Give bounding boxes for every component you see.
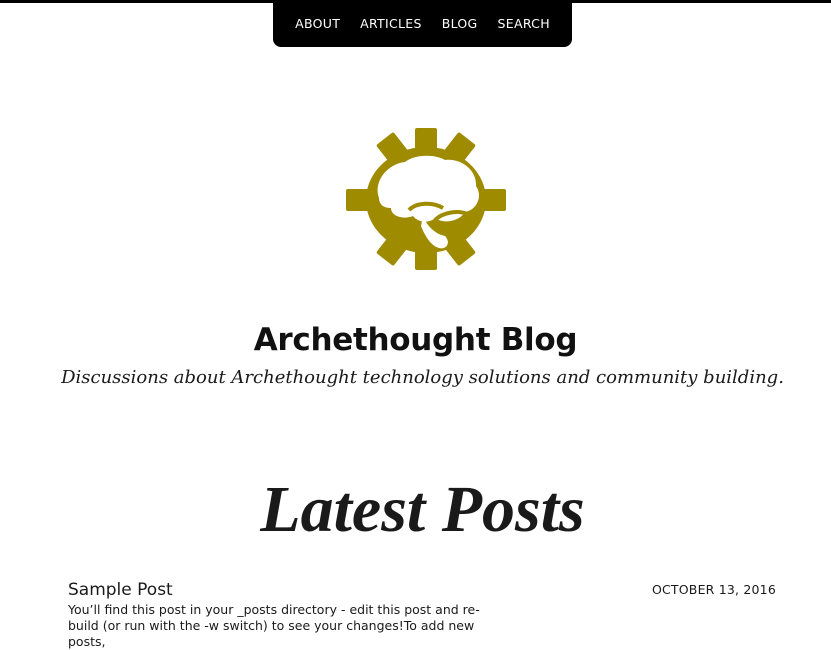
site-title[interactable]: Archethought Blog [0,322,831,358]
post-excerpt: You’ll find this post in your _posts dir… [68,602,480,649]
gear-brain-logo-svg [346,128,506,270]
nav-search-link[interactable]: SEARCH [488,0,560,47]
nav-about-link[interactable]: ABOUT [285,0,350,47]
site-tagline: Discussions about Archethought technolog… [61,367,784,388]
post-date: OCTOBER 13, 2016 [651,582,776,597]
post-item: Sample Post OCTOBER 13, 2016 You’ll find… [68,578,776,650]
gear-brain-logo-icon[interactable] [343,126,509,272]
nav-blog-link[interactable]: BLOG [432,0,488,47]
latest-posts-heading: Latest Posts [260,473,585,546]
nav-articles-link[interactable]: ARTICLES [350,0,432,47]
post-title-link[interactable]: Sample Post [68,580,173,600]
top-nav: ABOUT ARTICLES BLOG SEARCH [273,0,572,47]
